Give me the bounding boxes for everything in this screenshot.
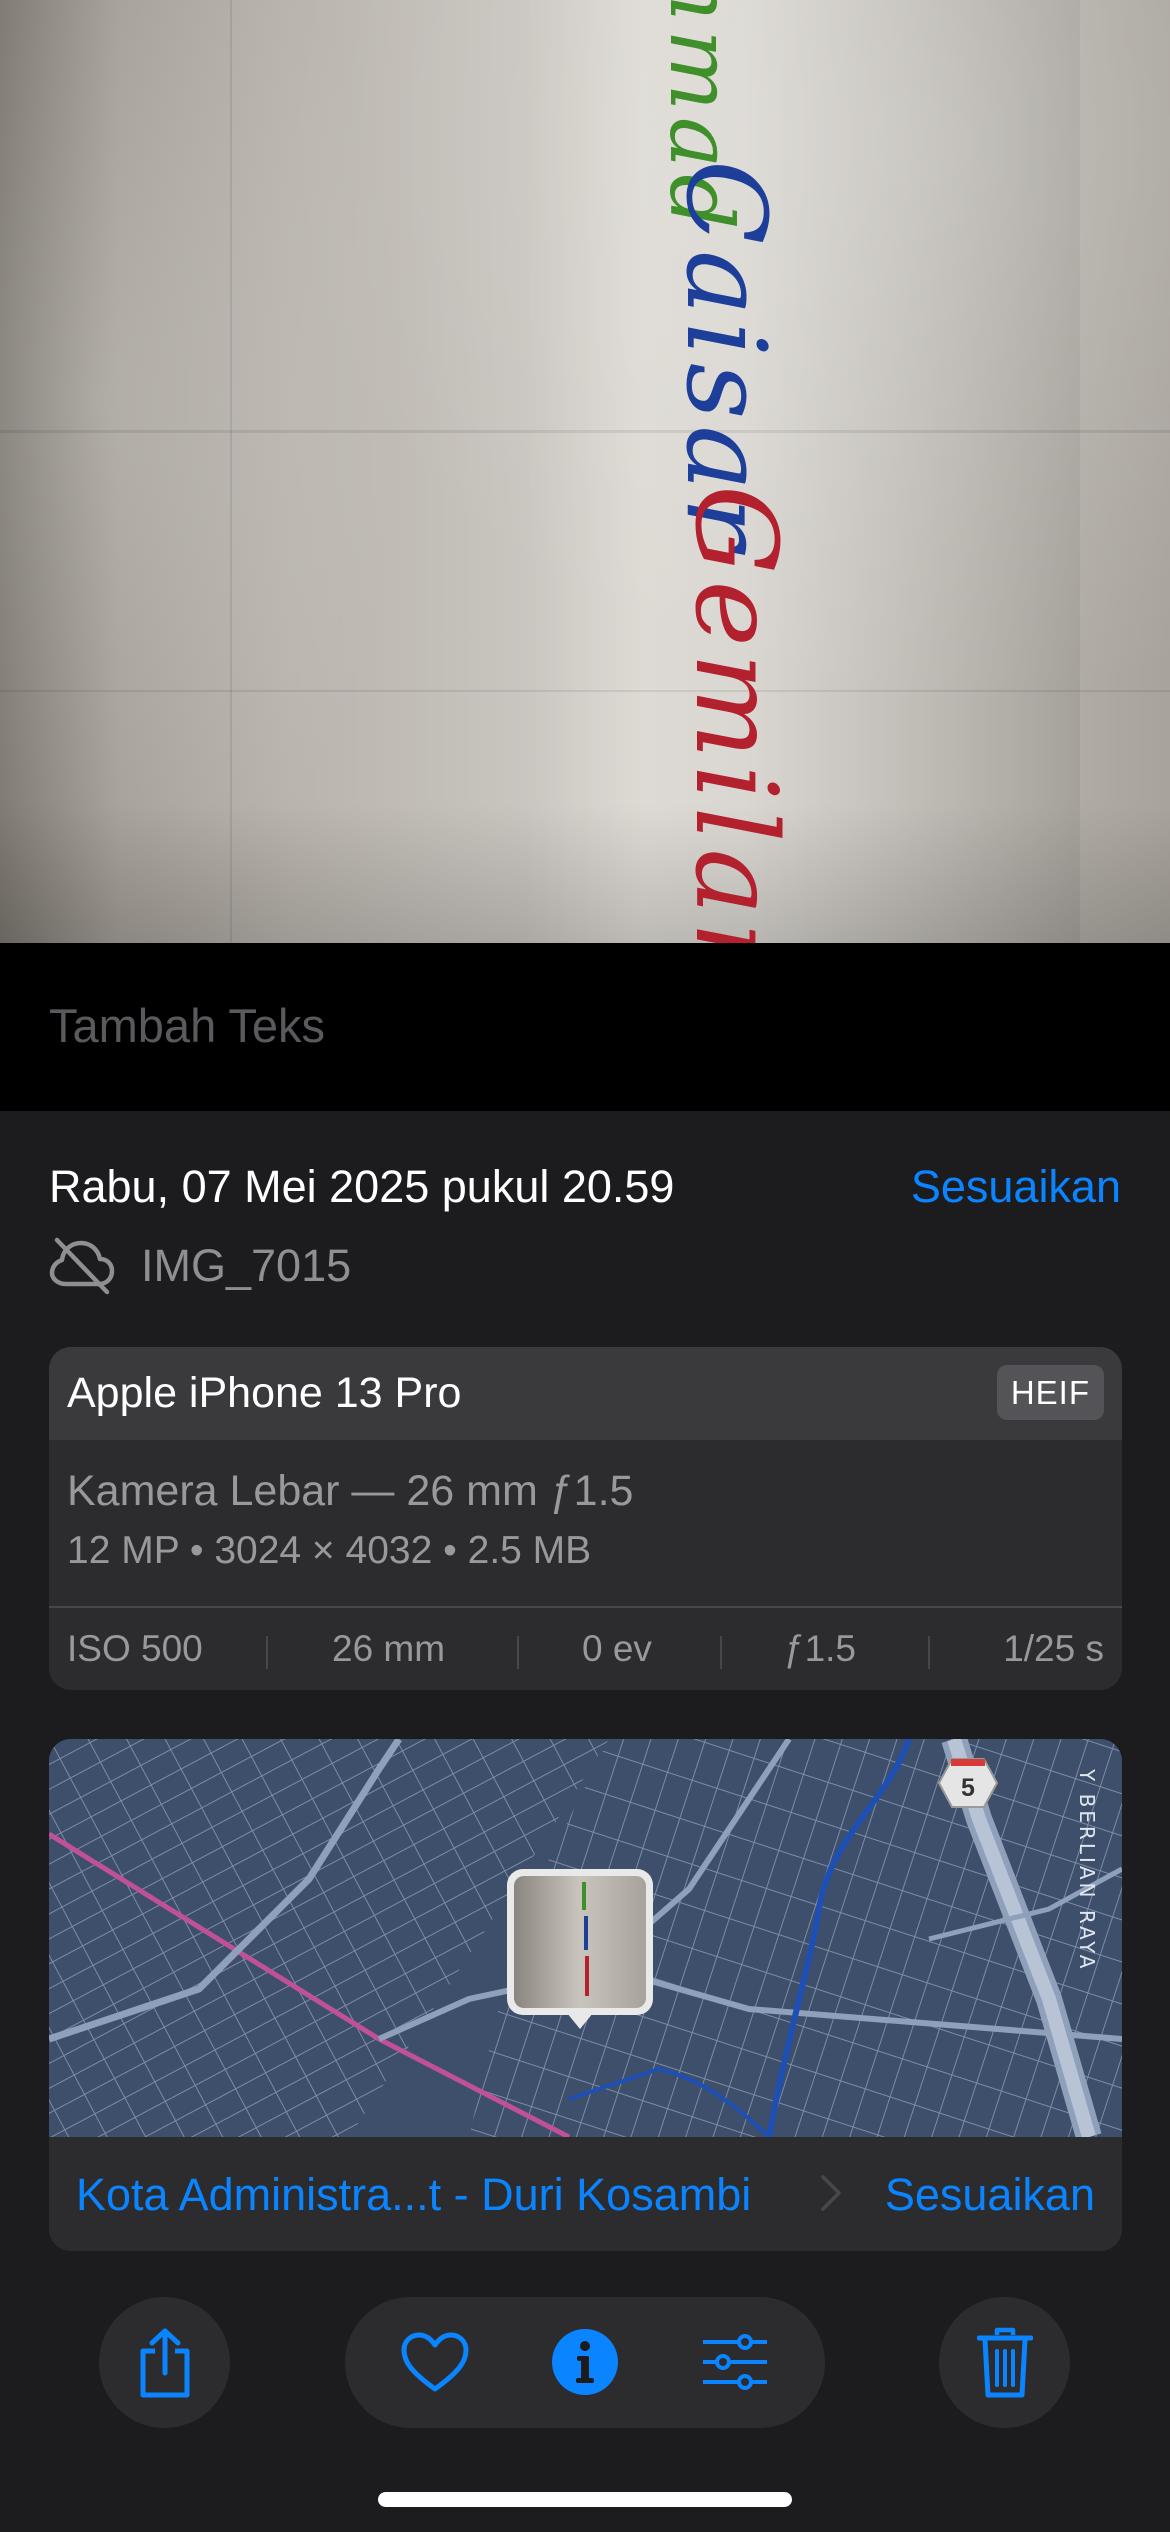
share-icon bbox=[140, 2328, 189, 2397]
paper-crease bbox=[0, 430, 1170, 433]
info-icon bbox=[552, 2329, 618, 2395]
location-map[interactable]: 5 Y BERLIAN RAYA bbox=[49, 1739, 1122, 2137]
location-row[interactable]: Kota Administra...t - Duri Kosambi Sesua… bbox=[49, 2137, 1122, 2251]
device-header: Apple iPhone 13 Pro HEIF bbox=[49, 1347, 1122, 1440]
adjust-date-button[interactable]: Sesuaikan bbox=[911, 1161, 1121, 1213]
capture-datetime: Rabu, 07 Mei 2025 pukul 20.59 bbox=[49, 1161, 675, 1212]
action-pill bbox=[345, 2297, 825, 2428]
location-card: 5 Y BERLIAN RAYA Kota Administra...t - D… bbox=[49, 1739, 1122, 2251]
file-name-row: IMG_7015 bbox=[49, 1236, 351, 1296]
exif-exposure-value: 0 ev bbox=[582, 1628, 652, 1669]
photo-viewer[interactable]: Ahmad Caisar Gemilang bbox=[0, 0, 1170, 943]
exif-iso: ISO 500 bbox=[67, 1628, 203, 1669]
exif-aperture: ƒ1.5 bbox=[784, 1628, 857, 1669]
map-photo-thumbnail[interactable] bbox=[507, 1869, 653, 2015]
exif-focal-length: 26 mm bbox=[332, 1628, 446, 1669]
device-info-card: Apple iPhone 13 Pro HEIF Kamera Lebar — … bbox=[49, 1347, 1122, 1690]
paper-crease bbox=[230, 0, 232, 943]
info-button[interactable] bbox=[545, 2322, 625, 2402]
caption-placeholder[interactable]: Tambah Teks bbox=[49, 998, 325, 1053]
location-name[interactable]: Kota Administra...t - Duri Kosambi bbox=[76, 2169, 751, 2221]
bottom-toolbar bbox=[0, 2297, 1170, 2428]
handwritten-name: Ahmad Caisar Gemilang bbox=[600, 0, 820, 943]
device-name: Apple iPhone 13 Pro bbox=[67, 1369, 462, 1417]
photo-shading bbox=[0, 803, 1170, 943]
favorite-button[interactable] bbox=[395, 2322, 475, 2402]
road-shield-icon: 5 bbox=[937, 1758, 999, 1808]
image-specs: 12 MP • 3024 × 4032 • 2.5 MB bbox=[67, 1529, 592, 1572]
map-pin-pointer bbox=[567, 2013, 593, 2029]
cloud-slash-icon bbox=[49, 1237, 115, 1295]
chevron-right-icon bbox=[821, 2175, 841, 2211]
trash-icon bbox=[976, 2327, 1033, 2397]
heart-icon bbox=[401, 2332, 469, 2392]
handwriting-red: Gemilang bbox=[670, 485, 800, 943]
sliders-icon bbox=[703, 2334, 767, 2390]
file-name: IMG_7015 bbox=[141, 1240, 352, 1291]
exif-shutter-speed: 1/25 s bbox=[1003, 1628, 1104, 1669]
thumbnail-ink-blue bbox=[584, 1916, 588, 1950]
photo-shading bbox=[0, 0, 1170, 943]
share-button[interactable] bbox=[99, 2297, 230, 2428]
paper-crease bbox=[0, 690, 1170, 692]
exif-separator bbox=[928, 1636, 930, 1669]
road-shield-number: 5 bbox=[961, 1774, 975, 1802]
thumbnail-ink-red bbox=[585, 1956, 589, 1996]
adjust-location-button[interactable]: Sesuaikan bbox=[885, 2169, 1095, 2221]
exif-row: ISO 500 26 mm 0 ev ƒ1.5 1/25 s bbox=[49, 1606, 1122, 1690]
exif-separator bbox=[266, 1636, 268, 1669]
exif-separator bbox=[720, 1636, 722, 1669]
format-badge: HEIF bbox=[996, 1365, 1104, 1420]
delete-button[interactable] bbox=[939, 2297, 1070, 2428]
exif-separator bbox=[517, 1636, 519, 1669]
thumbnail-ink-green bbox=[582, 1882, 586, 1910]
lens-info: Kamera Lebar — 26 mm ƒ1.5 bbox=[67, 1467, 634, 1515]
thumbnail-image bbox=[514, 1876, 646, 2008]
street-label: Y BERLIAN RAYA bbox=[1075, 1769, 1099, 1972]
home-indicator[interactable] bbox=[378, 2492, 792, 2507]
caption-field[interactable]: Tambah Teks bbox=[0, 943, 1170, 1111]
edit-button[interactable] bbox=[695, 2322, 775, 2402]
